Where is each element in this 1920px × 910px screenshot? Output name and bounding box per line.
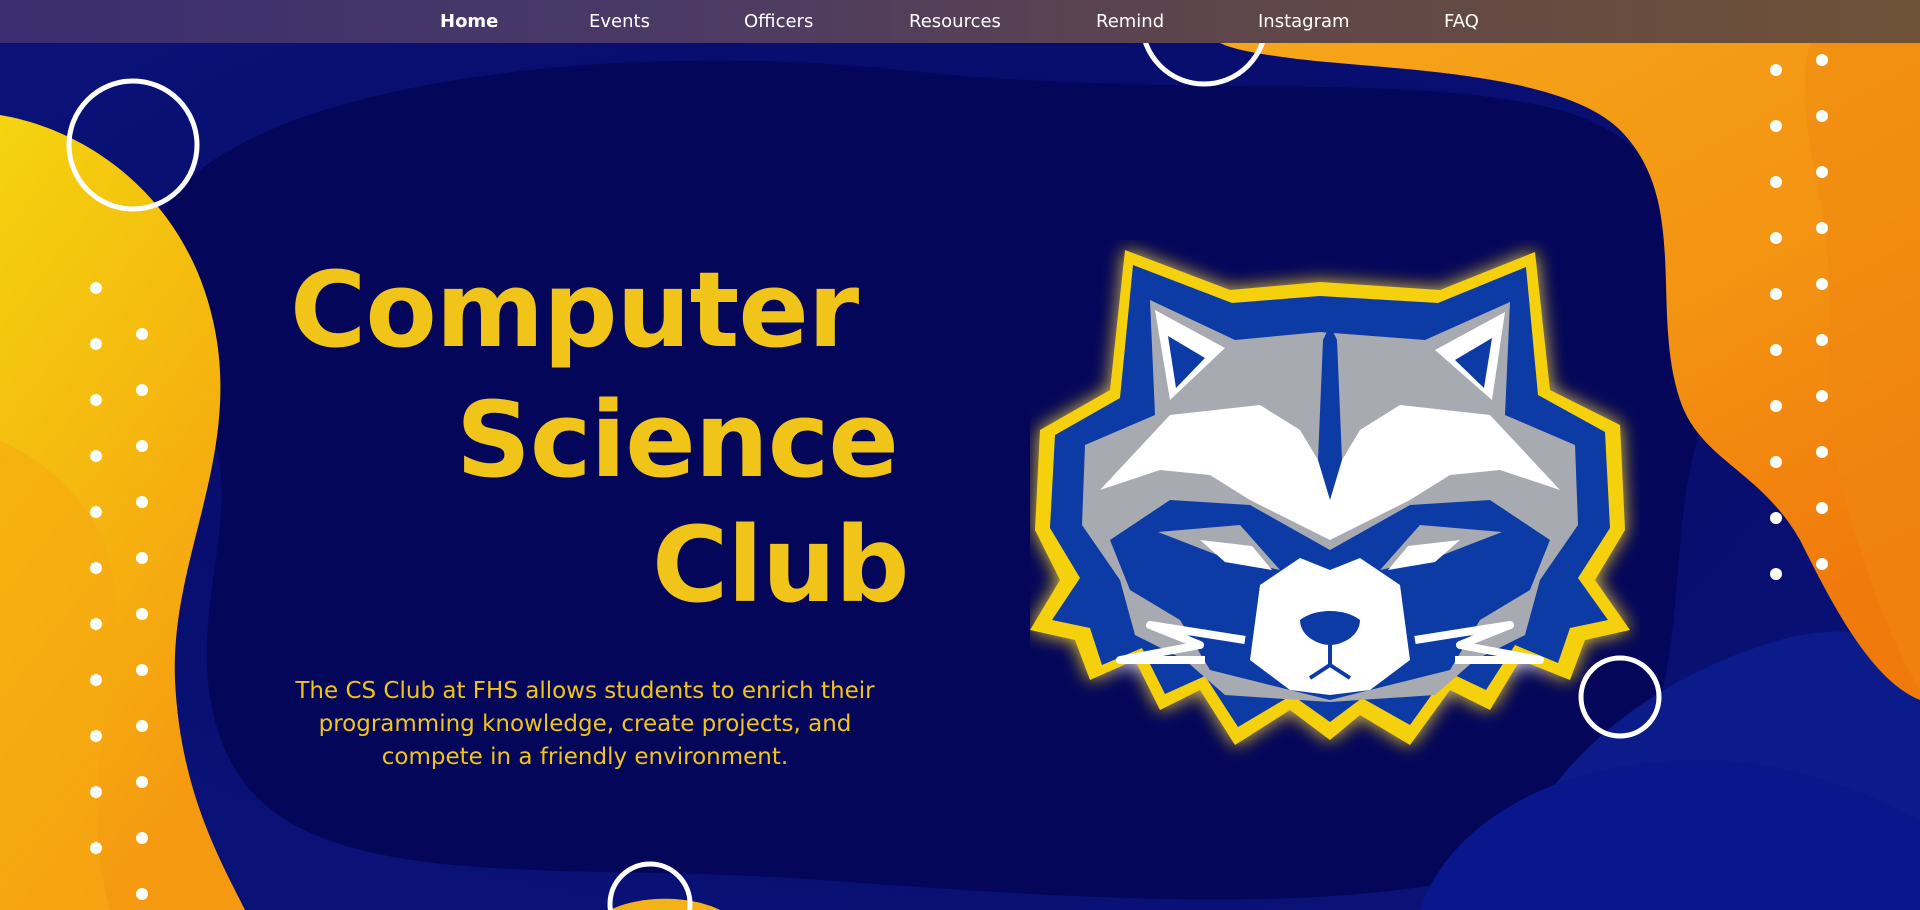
decorative-dot <box>1770 288 1782 300</box>
decorative-dot <box>90 506 102 518</box>
top-navigation: Home Events Officers Resources Remind In… <box>0 0 1920 43</box>
hero-description: The CS Club at FHS allows students to en… <box>295 678 875 770</box>
decorative-dot <box>90 730 102 742</box>
decorative-dot <box>1816 558 1828 570</box>
nav-officers-link[interactable]: Officers <box>744 0 813 43</box>
nav-instagram-link[interactable]: Instagram <box>1258 0 1350 43</box>
decorative-dot <box>1770 176 1782 188</box>
decorative-dot <box>90 450 102 462</box>
decorative-dot <box>1816 446 1828 458</box>
decorative-dot <box>90 842 102 854</box>
hero-title-line-1: Computer <box>290 249 859 371</box>
nav-faq-link[interactable]: FAQ <box>1444 0 1479 43</box>
decorative-dot <box>1770 120 1782 132</box>
decorative-dot <box>136 440 148 452</box>
nav-resources-link[interactable]: Resources <box>909 0 1001 43</box>
nav-events-link[interactable]: Events <box>589 0 650 43</box>
decorative-dot <box>1770 64 1782 76</box>
decorative-dot <box>90 618 102 630</box>
decorative-dot <box>1816 390 1828 402</box>
decorative-dot <box>136 496 148 508</box>
decorative-dot <box>1816 222 1828 234</box>
decorative-dot <box>136 608 148 620</box>
decorative-dot <box>136 328 148 340</box>
hero-title-line-3: Club <box>652 504 909 626</box>
decorative-dot <box>136 832 148 844</box>
decorative-dot <box>1816 54 1828 66</box>
decorative-dot <box>1770 400 1782 412</box>
decorative-dot <box>1770 568 1782 580</box>
raccoon-mascot-icon <box>1030 250 1630 745</box>
decorative-dot <box>90 282 102 294</box>
decorative-dot <box>136 384 148 396</box>
nav-remind-link[interactable]: Remind <box>1096 0 1164 43</box>
hero-title-line-2: Science <box>456 379 899 501</box>
decorative-dot <box>1816 334 1828 346</box>
decorative-dot <box>1816 502 1828 514</box>
decorative-dot <box>1816 166 1828 178</box>
decorative-dot <box>90 674 102 686</box>
decorative-dot <box>1816 278 1828 290</box>
decorative-dot <box>90 786 102 798</box>
decorative-dot <box>136 552 148 564</box>
decorative-dot <box>1770 456 1782 468</box>
decorative-dot <box>136 720 148 732</box>
decorative-dot <box>136 664 148 676</box>
decorative-dot <box>1816 110 1828 122</box>
decorative-dot <box>136 888 148 900</box>
decorative-dot <box>90 338 102 350</box>
decorative-dot <box>136 776 148 788</box>
decorative-dot <box>1770 232 1782 244</box>
decorative-dot <box>1770 512 1782 524</box>
decorative-dot <box>1770 344 1782 356</box>
decorative-dot <box>90 394 102 406</box>
decorative-dot <box>90 562 102 574</box>
nav-home-link[interactable]: Home <box>440 0 498 43</box>
